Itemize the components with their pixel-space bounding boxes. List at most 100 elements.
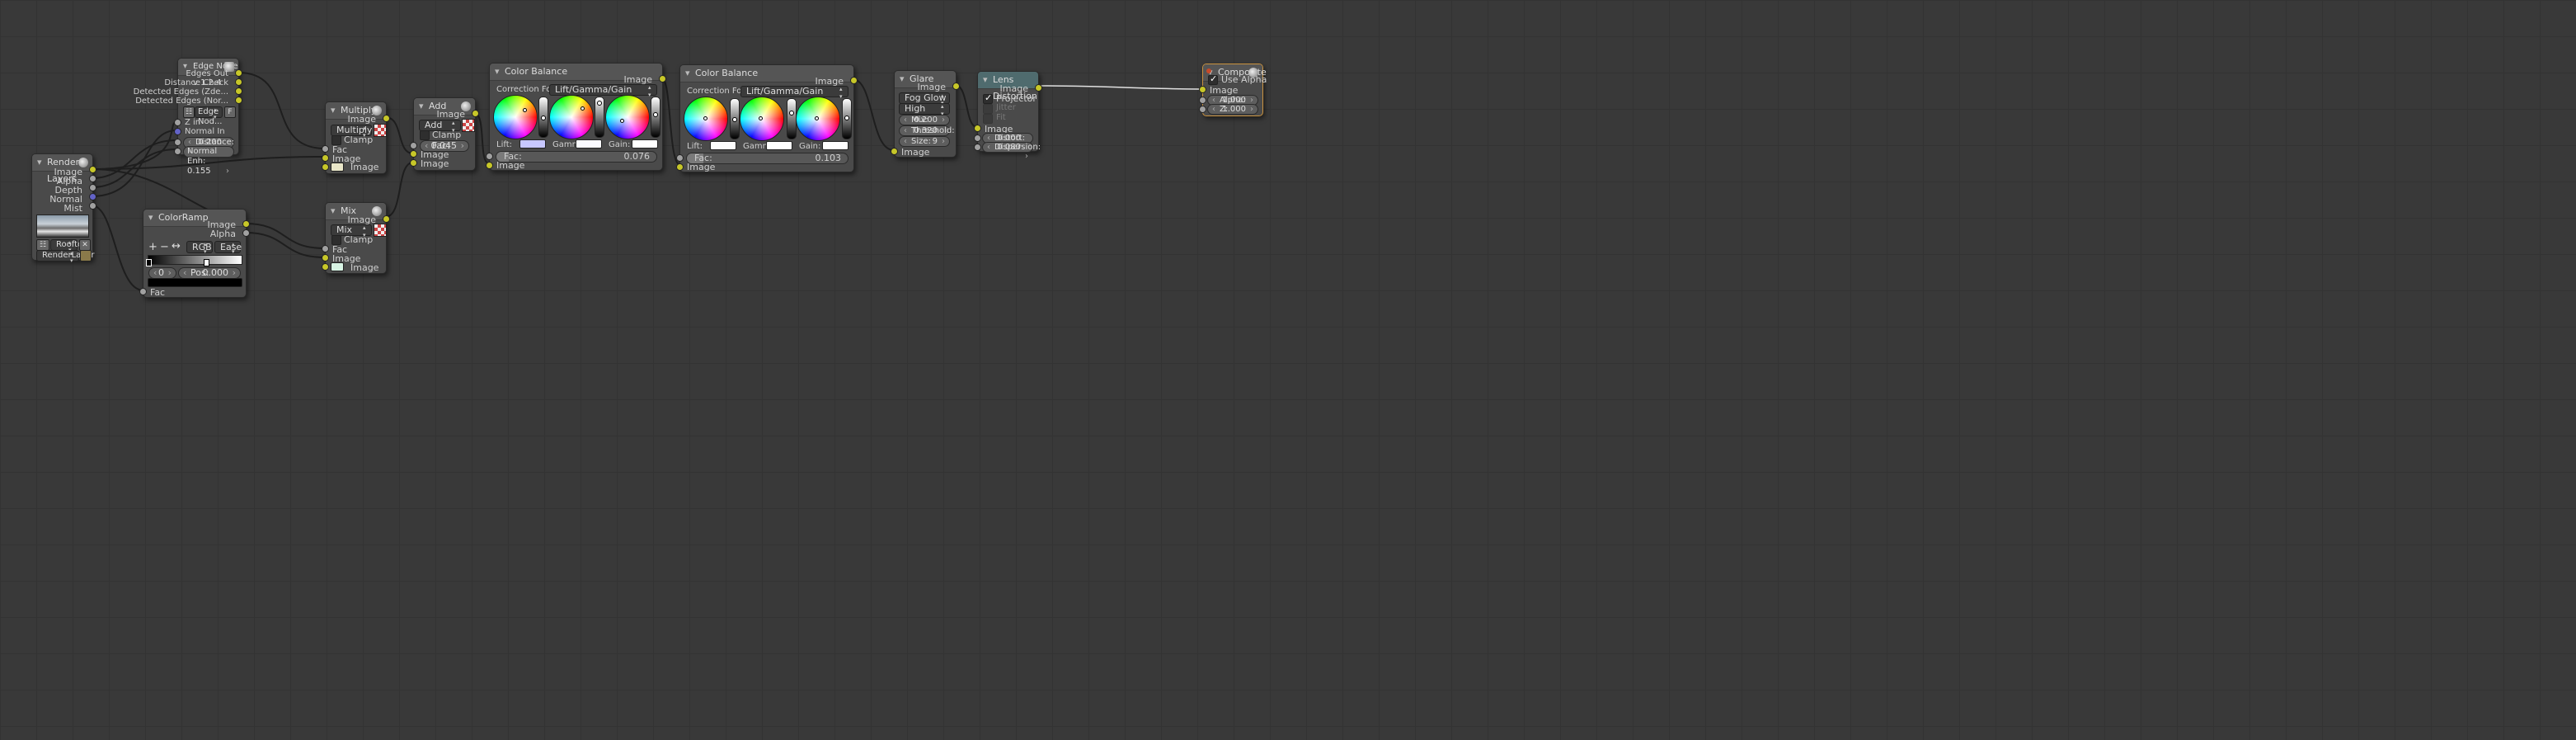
wheel-cursor[interactable] <box>523 108 527 112</box>
output-socket[interactable] <box>89 166 96 173</box>
input-socket[interactable] <box>486 162 493 169</box>
wheel-cursor[interactable] <box>759 116 763 120</box>
size-field[interactable]: Size:9 <box>899 136 950 147</box>
wheel-cursor[interactable] <box>815 116 819 120</box>
input-socket[interactable] <box>322 254 329 262</box>
gradient-bar[interactable] <box>148 255 242 265</box>
color-stop-marker[interactable] <box>204 259 209 266</box>
gain-value-slider[interactable] <box>651 97 660 138</box>
lift-value-slider[interactable] <box>730 98 740 139</box>
color-balance-node[interactable]: Color Balance Image Correction Formula: … <box>676 64 858 172</box>
projector-checkbox[interactable] <box>983 92 993 104</box>
mix-node[interactable]: Mix Image Mix Clamp Fac Image Image <box>322 202 390 274</box>
output-socket[interactable] <box>89 202 96 210</box>
input-socket[interactable] <box>676 154 684 162</box>
output-socket[interactable] <box>242 229 250 237</box>
mix-field[interactable]: Mix:0.200 <box>899 115 950 125</box>
position-field[interactable]: Pos:0.000 <box>178 267 241 279</box>
color-mode-select[interactable]: RGB <box>186 241 213 256</box>
gain-color-wheel[interactable] <box>605 95 650 139</box>
add-stop-icon[interactable]: + <box>148 241 157 253</box>
gamma-swatch[interactable] <box>576 139 602 148</box>
input-socket[interactable] <box>410 150 417 158</box>
jitter-checkbox[interactable] <box>983 104 993 114</box>
input-socket[interactable] <box>486 153 493 160</box>
input-socket[interactable] <box>1199 97 1206 104</box>
mix-add-node[interactable]: Add Image Add Clamp Fac:0.045 Image Imag… <box>410 97 479 171</box>
render-icon[interactable] <box>80 250 92 262</box>
gamma-swatch[interactable] <box>766 141 792 150</box>
input-socket[interactable] <box>322 154 329 162</box>
fit-checkbox[interactable] <box>983 114 993 124</box>
group-name-field[interactable]: Edge Nod... <box>195 106 223 126</box>
output-socket[interactable] <box>235 97 242 104</box>
output-socket[interactable] <box>242 220 250 228</box>
input-socket[interactable] <box>410 159 417 167</box>
stop-index-field[interactable]: 0 <box>148 267 176 279</box>
input-socket[interactable] <box>322 263 329 271</box>
input-socket[interactable] <box>974 134 981 142</box>
color-stop-marker[interactable] <box>146 259 152 266</box>
glare-node[interactable]: Glare Image Fog Glow High Mix:0.200 Thre… <box>891 70 960 158</box>
lift-value-slider[interactable] <box>538 97 548 138</box>
output-socket[interactable] <box>383 215 390 223</box>
output-socket[interactable] <box>952 82 960 90</box>
output-socket[interactable] <box>659 75 666 82</box>
input-socket[interactable] <box>174 128 181 135</box>
mix-multiply-node[interactable]: Multiply Image Multiply Clamp Fac Image … <box>322 101 390 174</box>
wheel-cursor[interactable] <box>581 106 585 111</box>
alpha-toggle-icon[interactable] <box>374 124 387 137</box>
input-socket[interactable] <box>322 245 329 252</box>
output-socket[interactable] <box>472 110 479 117</box>
glare-type-select[interactable]: Fog Glow <box>899 92 950 107</box>
alpha-toggle-icon[interactable] <box>462 119 475 132</box>
output-socket[interactable] <box>89 193 96 200</box>
clear-icon[interactable]: ✕ <box>79 239 91 251</box>
formula-select[interactable]: Lift/Gamma/Gain <box>549 84 657 99</box>
input-socket[interactable] <box>891 148 898 155</box>
output-socket[interactable] <box>89 175 96 182</box>
clamp-checkbox[interactable] <box>420 130 430 140</box>
scene-icon[interactable]: ☷ <box>36 239 49 251</box>
dispersion-field[interactable]: Dispersion:0.080 <box>982 142 1041 161</box>
edge-node-group[interactable]: Edge Node v 1.2.4 Edges Out Distance Che… <box>134 58 242 177</box>
formula-select[interactable]: Lift/Gamma/Gain <box>740 86 848 101</box>
alpha-toggle-icon[interactable] <box>374 224 387 237</box>
input-socket[interactable] <box>410 142 417 149</box>
normal-enh-field[interactable]: Normal Enh: 0.155 <box>183 146 234 177</box>
fake-user-button[interactable]: F <box>224 106 236 118</box>
input-socket[interactable] <box>1199 86 1206 93</box>
lift-swatch[interactable] <box>519 139 546 148</box>
layer-select[interactable]: RenderLayer <box>36 250 94 265</box>
color-balance-node[interactable]: Color Balance Image Correction Formula: … <box>486 63 666 171</box>
flip-ramp-icon[interactable]: ↔ <box>172 240 181 252</box>
wheel-cursor[interactable] <box>703 116 707 120</box>
lift-swatch[interactable] <box>710 141 736 150</box>
composite-node[interactable]: Composite Use Alpha Image Alpha:1.000 Z:… <box>1199 64 1267 116</box>
input-socket[interactable] <box>1199 106 1206 113</box>
stop-color-swatch[interactable] <box>148 278 242 287</box>
output-socket[interactable] <box>383 115 390 122</box>
gain-swatch[interactable] <box>822 141 848 150</box>
input-socket[interactable] <box>322 163 329 171</box>
colorramp-node[interactable]: ColorRamp Image Alpha + − ↔ RGB Ease 0 P… <box>139 209 250 298</box>
input-socket[interactable] <box>974 144 981 151</box>
input-socket[interactable] <box>322 145 329 153</box>
color-swatch[interactable] <box>331 262 344 271</box>
output-socket[interactable] <box>1035 84 1042 92</box>
input-socket[interactable] <box>676 163 684 171</box>
lens-distortion-node[interactable]: Lens Distortion Image Projector Jitter F… <box>974 71 1042 161</box>
output-socket[interactable] <box>235 87 242 95</box>
render-layers-node[interactable]: Render Layers Image Alpha Depth Normal M… <box>31 153 96 265</box>
input-socket[interactable] <box>139 288 147 295</box>
quality-select[interactable]: High <box>899 103 950 118</box>
gain-swatch[interactable] <box>632 139 658 148</box>
z-field[interactable]: Z:1.000 <box>1207 104 1258 115</box>
use-alpha-checkbox[interactable] <box>1208 73 1218 85</box>
scene-select[interactable]: Rooftop <box>50 239 87 254</box>
gamma-value-slider[interactable] <box>595 97 604 138</box>
input-socket[interactable] <box>974 125 981 132</box>
input-socket[interactable] <box>174 139 181 146</box>
lift-color-wheel[interactable] <box>493 95 538 139</box>
color-swatch[interactable] <box>331 163 344 172</box>
